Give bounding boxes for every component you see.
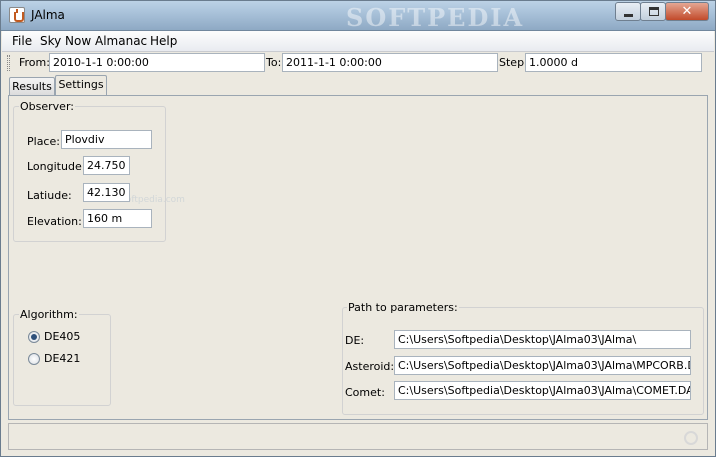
comet-path-field[interactable]: C:\Users\Softpedia\Desktop\JAlma03\JAlma… — [394, 381, 691, 400]
menu-almanac[interactable]: Almanac — [95, 34, 147, 48]
maximize-icon — [649, 7, 659, 16]
elevation-field[interactable]: 160 m — [83, 209, 152, 228]
latitude-label: Latiude: — [27, 189, 72, 202]
date-range-toolbar: From: 2010-1-1 0:00:00 To: 2011-1-1 0:00… — [2, 52, 714, 74]
toolbar-grip[interactable] — [7, 55, 10, 71]
step-field[interactable]: 1.0000 d — [525, 53, 702, 72]
de405-radio[interactable] — [28, 331, 40, 343]
step-label: Step: — [499, 56, 528, 69]
place-label: Place: — [27, 135, 60, 148]
comet-path-label: Comet: — [345, 386, 385, 399]
minimize-button[interactable] — [615, 2, 641, 21]
de405-label: DE405 — [44, 330, 81, 343]
de421-radio[interactable] — [28, 353, 40, 365]
settings-panel: www.softpedia.com Observer: Place: Plovd… — [8, 95, 708, 420]
menu-help[interactable]: Help — [150, 34, 177, 48]
status-bar — [8, 423, 708, 450]
to-date-field[interactable]: 2011-1-1 0:00:00 — [282, 53, 498, 72]
from-label: From: — [19, 56, 50, 69]
menu-file[interactable]: File — [12, 34, 32, 48]
to-label: To: — [266, 56, 282, 69]
de-path-field[interactable]: C:\Users\Softpedia\Desktop\JAlma03\JAlma… — [394, 330, 691, 349]
de-path-label: DE: — [345, 334, 365, 347]
tab-results[interactable]: Results — [9, 77, 55, 95]
title-bar[interactable]: JAlma SOFTPEDIA ✕ — [1, 1, 715, 32]
observer-group-title: Observer: — [19, 100, 75, 113]
progress-indicator-icon — [684, 431, 698, 445]
elevation-label: Elevation: — [27, 215, 82, 228]
longitude-field[interactable]: 24.750 ° — [83, 156, 130, 175]
longitude-label: Longitude: — [27, 160, 86, 173]
maximize-button[interactable] — [640, 2, 666, 21]
tab-settings[interactable]: Settings — [55, 75, 107, 95]
close-icon: ✕ — [681, 4, 693, 19]
asteroid-path-label: Asteroid: — [345, 360, 395, 373]
java-cup-icon[interactable] — [9, 7, 25, 23]
window-title: JAlma — [31, 8, 65, 22]
window-controls: ✕ — [615, 2, 709, 21]
de421-label: DE421 — [44, 352, 81, 365]
from-date-field[interactable]: 2010-1-1 0:00:00 — [49, 53, 265, 72]
algorithm-group-title: Algorithm: — [19, 308, 79, 321]
softpedia-watermark: SOFTPEDIA — [346, 3, 525, 32]
minimize-icon — [624, 14, 633, 17]
asteroid-path-field[interactable]: C:\Users\Softpedia\Desktop\JAlma03\JAlma… — [394, 356, 691, 375]
place-field[interactable]: Plovdiv — [61, 130, 152, 149]
close-button[interactable]: ✕ — [665, 2, 709, 21]
latitude-field[interactable]: 42.130 ° — [83, 183, 130, 202]
paths-group-title: Path to parameters: — [347, 301, 459, 314]
app-window: JAlma SOFTPEDIA ✕ File Sky Now Almanac H… — [0, 0, 716, 457]
menu-bar: File Sky Now Almanac Help — [2, 31, 714, 52]
menu-sky-now[interactable]: Sky Now — [40, 34, 91, 48]
